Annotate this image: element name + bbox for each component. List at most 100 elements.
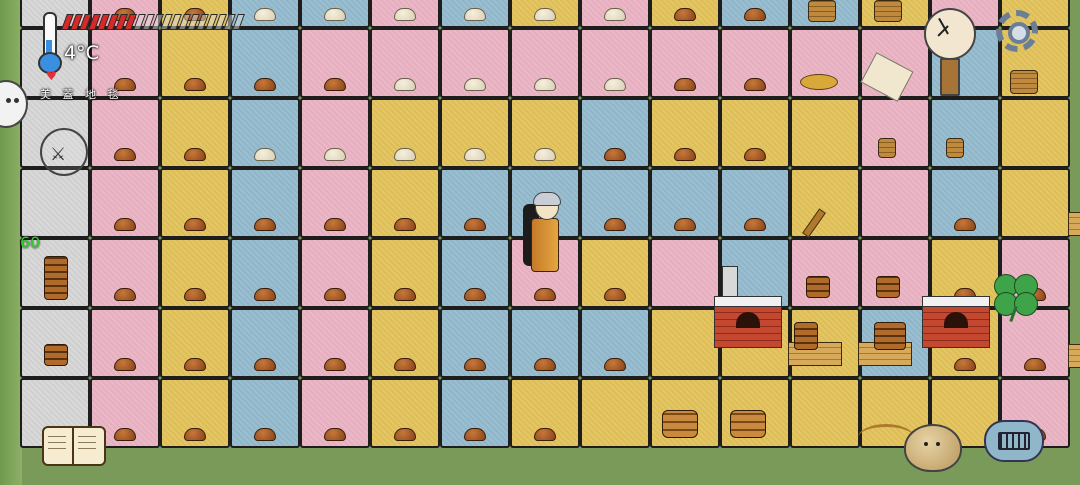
floor-tile[interactable] [580,378,650,448]
straw-hat[interactable] [800,74,838,90]
bun[interactable] [254,428,276,441]
bun[interactable] [534,288,556,301]
bun[interactable] [324,148,346,161]
basket[interactable] [946,138,964,158]
floor-tile[interactable] [790,168,860,238]
bun[interactable] [1024,358,1046,371]
bun[interactable] [184,358,206,371]
floor-tile[interactable] [1000,98,1070,168]
bun[interactable] [324,78,346,91]
wooden-crate[interactable] [1068,344,1080,368]
bun[interactable] [394,358,416,371]
keyboard-chat-icon[interactable] [984,420,1044,466]
bun[interactable] [184,148,206,161]
basket[interactable] [1010,70,1038,94]
bun[interactable] [674,148,696,161]
bun[interactable] [744,148,766,161]
bun[interactable] [324,428,346,441]
bun[interactable] [324,8,346,21]
game-world[interactable] [0,0,1080,485]
basket[interactable] [878,138,896,158]
bun[interactable] [394,8,416,21]
bun[interactable] [674,8,696,21]
bun[interactable] [464,78,486,91]
bun[interactable] [674,78,696,91]
basket[interactable] [808,0,836,22]
floor-tile[interactable] [650,238,720,308]
bun[interactable] [604,288,626,301]
bun[interactable] [324,218,346,231]
player-character[interactable] [523,192,563,278]
bun[interactable] [254,288,276,301]
bun[interactable] [744,8,766,21]
bun[interactable] [394,288,416,301]
bun[interactable] [114,358,136,371]
wooden-crate[interactable] [1068,212,1080,236]
floor-tile[interactable] [790,98,860,168]
bun[interactable] [604,148,626,161]
bun[interactable] [114,428,136,441]
bun[interactable] [604,78,626,91]
bun[interactable] [604,8,626,21]
bun[interactable] [954,218,976,231]
floor-tile[interactable] [790,378,860,448]
grief-shield-icon[interactable]: ⚔ [40,128,88,176]
floor-tile[interactable] [930,98,1000,168]
bun[interactable] [184,288,206,301]
bun[interactable] [184,428,206,441]
clock-icon[interactable] [922,4,976,96]
bun[interactable] [114,288,136,301]
bun[interactable] [324,288,346,301]
floor-tile[interactable] [860,168,930,238]
bun[interactable] [534,78,556,91]
bun[interactable] [394,218,416,231]
bun[interactable] [954,358,976,371]
bun[interactable] [674,218,696,231]
bun[interactable] [534,8,556,21]
bun[interactable] [464,358,486,371]
adobe-oven-left[interactable] [714,296,782,348]
floor-tile[interactable] [20,308,90,378]
basket[interactable] [874,0,902,22]
bun[interactable] [604,358,626,371]
bamboo-steamer[interactable] [662,410,698,438]
potato-icon[interactable] [904,424,962,472]
bamboo-steamer[interactable] [730,410,766,438]
open-book-icon[interactable] [40,420,106,468]
bun[interactable] [464,218,486,231]
bun[interactable] [114,148,136,161]
bun[interactable] [744,78,766,91]
bun[interactable] [184,218,206,231]
bun[interactable] [464,288,486,301]
bun[interactable] [534,358,556,371]
floor-tile[interactable] [650,308,720,378]
bun[interactable] [254,148,276,161]
bun[interactable] [254,218,276,231]
four-leaf-clover-icon[interactable] [990,272,1038,323]
bun-stack[interactable] [874,322,906,350]
bun[interactable] [254,358,276,371]
bun-stack[interactable] [876,276,900,298]
bun[interactable] [464,8,486,21]
adobe-oven-right[interactable] [922,296,990,348]
bun[interactable] [534,428,556,441]
bun[interactable] [394,428,416,441]
bun[interactable] [464,148,486,161]
bun[interactable] [254,78,276,91]
bun[interactable] [394,78,416,91]
bun[interactable] [534,148,556,161]
floor-tile[interactable] [860,98,930,168]
bun-stack[interactable] [806,276,830,298]
bun-stack[interactable] [44,344,68,366]
bun[interactable] [254,8,276,21]
bun[interactable] [114,218,136,231]
floor-tile[interactable] [20,168,90,238]
bun[interactable] [184,78,206,91]
bun[interactable] [464,428,486,441]
bun[interactable] [604,218,626,231]
bun[interactable] [394,148,416,161]
bun-stack[interactable] [44,256,68,300]
gear-icon[interactable] [992,6,1046,60]
bun-stack[interactable] [794,322,818,350]
bun[interactable] [324,358,346,371]
